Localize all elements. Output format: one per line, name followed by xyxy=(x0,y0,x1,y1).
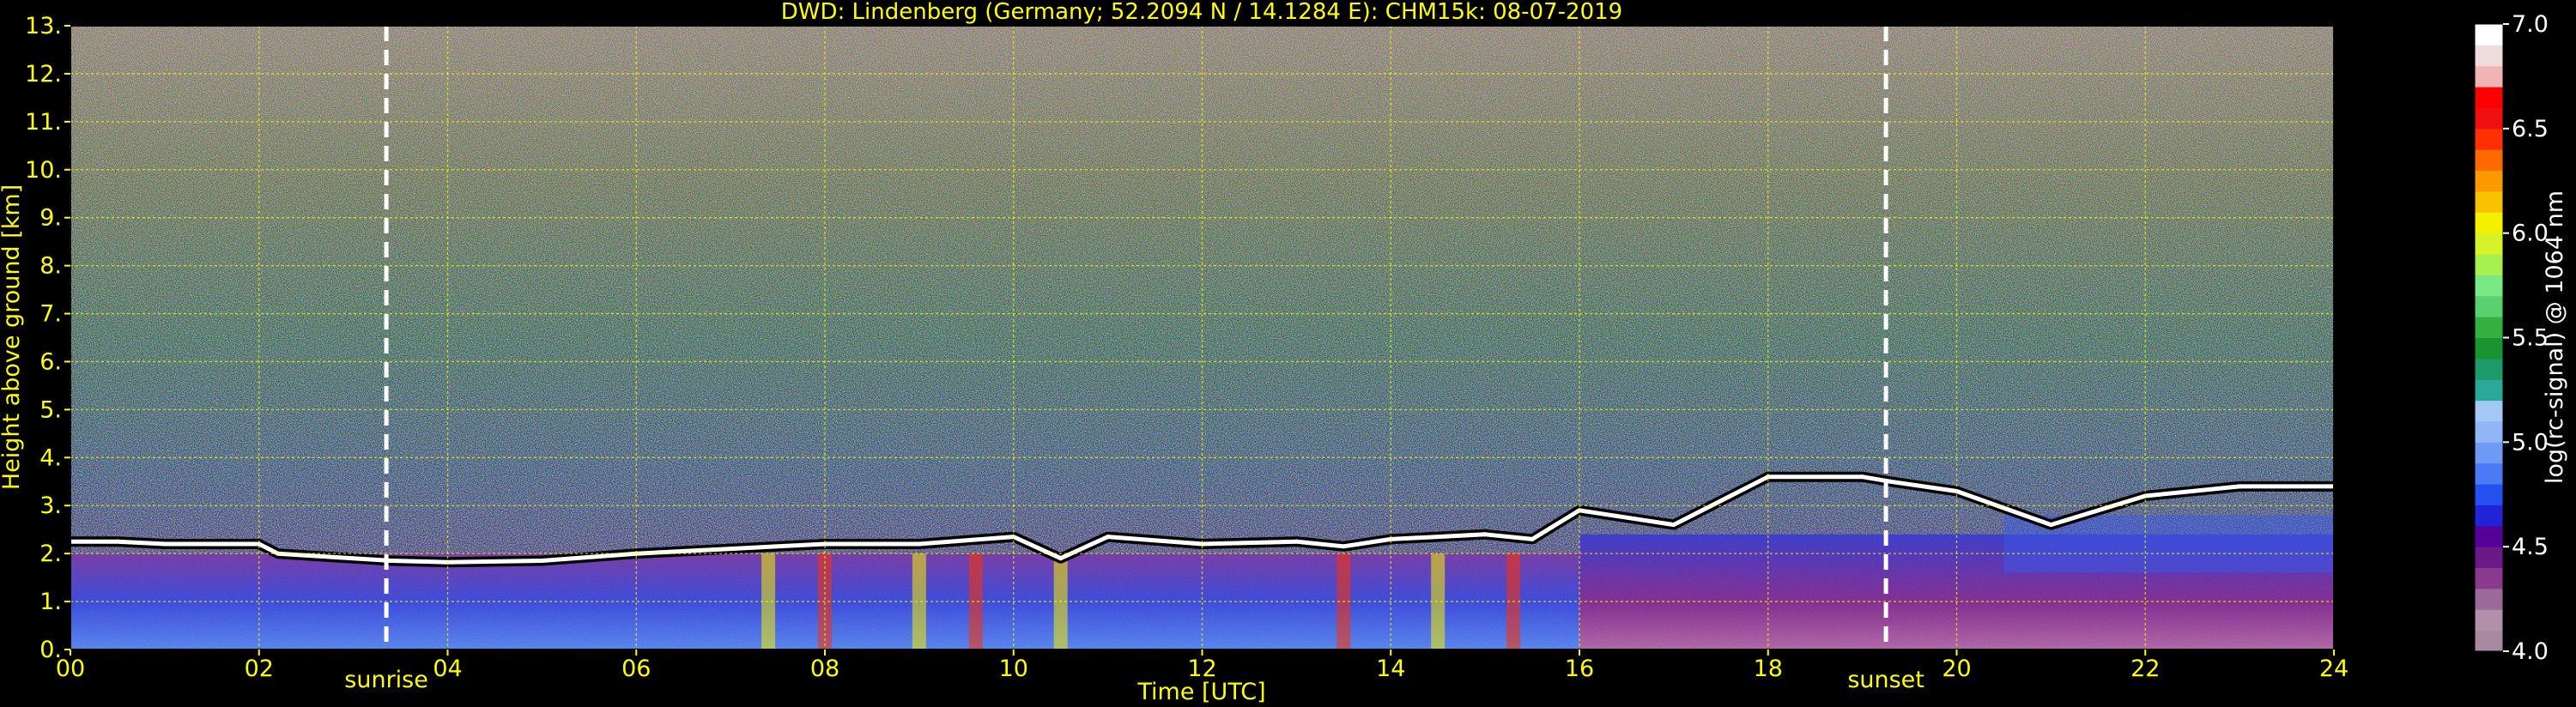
series-point xyxy=(1860,474,1865,480)
x-tick-label: 02 xyxy=(245,656,274,682)
y-tick-label: 5. xyxy=(39,396,62,423)
convective-plume xyxy=(968,553,983,650)
colorbar-segment xyxy=(2475,107,2503,130)
x-tick-label: 06 xyxy=(621,656,651,682)
colorbar-segment xyxy=(2475,295,2503,317)
chart-title: DWD: Lindenberg (Germany; 52.2094 N / 14… xyxy=(781,0,1622,25)
series-point xyxy=(115,539,120,544)
colorbar-tick-label: 6.5 xyxy=(2512,116,2549,142)
colorbar-segment xyxy=(2475,45,2503,67)
y-tick-label: 13. xyxy=(25,13,62,39)
colorbar-segment xyxy=(2475,442,2503,464)
colorbar-segment xyxy=(2475,254,2503,275)
series-point xyxy=(1106,535,1111,540)
y-tick-label: 4. xyxy=(39,444,62,471)
y-tick-label: 11. xyxy=(25,109,62,136)
colorbar-segment xyxy=(2475,170,2503,192)
colorbar-segment xyxy=(2475,190,2503,213)
series-point xyxy=(917,541,922,547)
series-point xyxy=(2048,523,2053,528)
x-tick-label: 16 xyxy=(1565,656,1594,682)
colorbar-segment xyxy=(2475,400,2503,422)
x-tick-label: 08 xyxy=(810,656,839,682)
colorbar-segment xyxy=(2475,65,2503,88)
y-tick-label: 2. xyxy=(39,541,62,567)
y-axis-label: Height above ground [km] xyxy=(0,184,25,490)
ceilometer-figure: sunrise sunset 00 02 04 06 08 10 12 14 16 18 20 22 24… xyxy=(0,0,2576,707)
y-tick-label: 7. xyxy=(39,301,62,328)
colorbar-tick-label: 4.0 xyxy=(2512,638,2549,665)
colorbar-segment xyxy=(2475,420,2503,443)
x-tick-label: 14 xyxy=(1376,656,1405,682)
y-tick-label: 0. xyxy=(39,637,62,663)
series-point xyxy=(1888,479,1894,484)
plot-area xyxy=(70,26,2334,650)
colorbar-segment xyxy=(2475,567,2503,589)
x-tick-label: 20 xyxy=(1942,656,1971,682)
colorbar: 4.04.55.05.56.06.57.0 xyxy=(2474,11,2549,665)
colorbar-segment xyxy=(2475,317,2503,338)
x-tick-label: 22 xyxy=(2131,656,2160,682)
y-tick-label: 1. xyxy=(39,589,62,615)
colorbar-segment xyxy=(2475,462,2503,485)
colorbar-segment xyxy=(2475,525,2503,547)
colorbar-segment xyxy=(2475,87,2503,108)
colorbar-segment xyxy=(2475,149,2503,172)
colorbar-segment xyxy=(2475,379,2503,402)
chart-svg: sunrise sunset 00 02 04 06 08 10 12 14 16 18 20 22 24… xyxy=(0,0,2568,705)
series-point xyxy=(313,553,318,559)
colorbar-segment xyxy=(2475,337,2503,360)
y-tick-label: 12. xyxy=(25,61,62,88)
series-point xyxy=(162,541,167,547)
colorbar-tick-label: 7.0 xyxy=(2512,11,2549,38)
colorbar-segment xyxy=(2475,24,2503,45)
series-point xyxy=(351,556,356,561)
colorbar-segment xyxy=(2475,212,2503,234)
series-point xyxy=(2237,484,2242,489)
series-point xyxy=(728,547,733,552)
x-tick-label: 24 xyxy=(2319,656,2349,682)
colorbar-segment xyxy=(2475,547,2503,569)
annotation-label-sunset: sunset xyxy=(1847,667,1924,693)
colorbar-segment xyxy=(2475,505,2503,527)
colorbar-tick-label: 4.5 xyxy=(2512,534,2549,560)
convective-plume xyxy=(912,553,926,650)
colorbar-segment xyxy=(2475,630,2503,652)
y-tick-label: 3. xyxy=(39,492,62,519)
annotation-label-sunrise: sunrise xyxy=(344,667,428,693)
x-tick-label: 18 xyxy=(1754,656,1783,682)
series-point xyxy=(1530,536,1535,541)
colorbar-segment xyxy=(2475,609,2503,631)
y-tick-label: 10. xyxy=(25,157,62,184)
series-point xyxy=(539,559,544,564)
series-point xyxy=(1294,539,1299,544)
y-tick-label: 9. xyxy=(39,205,62,232)
series-point xyxy=(1058,556,1064,561)
series-point xyxy=(389,559,394,564)
colorbar-segment xyxy=(2475,484,2503,505)
colorbar-segment xyxy=(2475,233,2503,255)
colorbar-segment xyxy=(2475,358,2503,380)
colorbar-segment xyxy=(2475,588,2503,610)
y-tick-label: 8. xyxy=(39,253,62,280)
series-point xyxy=(1482,532,1488,537)
colorbar-label: log(rc-signal) @ 1064 nm xyxy=(2542,190,2568,484)
series-point xyxy=(209,541,215,547)
colorbar-segment xyxy=(2475,128,2503,150)
colorbar-segment xyxy=(2475,275,2503,297)
x-tick-label: 04 xyxy=(433,656,462,682)
x-tick-label: 10 xyxy=(999,656,1028,682)
x-axis-label: Time [UTC] xyxy=(1136,679,1265,705)
series-point xyxy=(1341,544,1346,549)
series-point xyxy=(1671,523,1676,528)
y-tick-label: 6. xyxy=(39,348,62,375)
